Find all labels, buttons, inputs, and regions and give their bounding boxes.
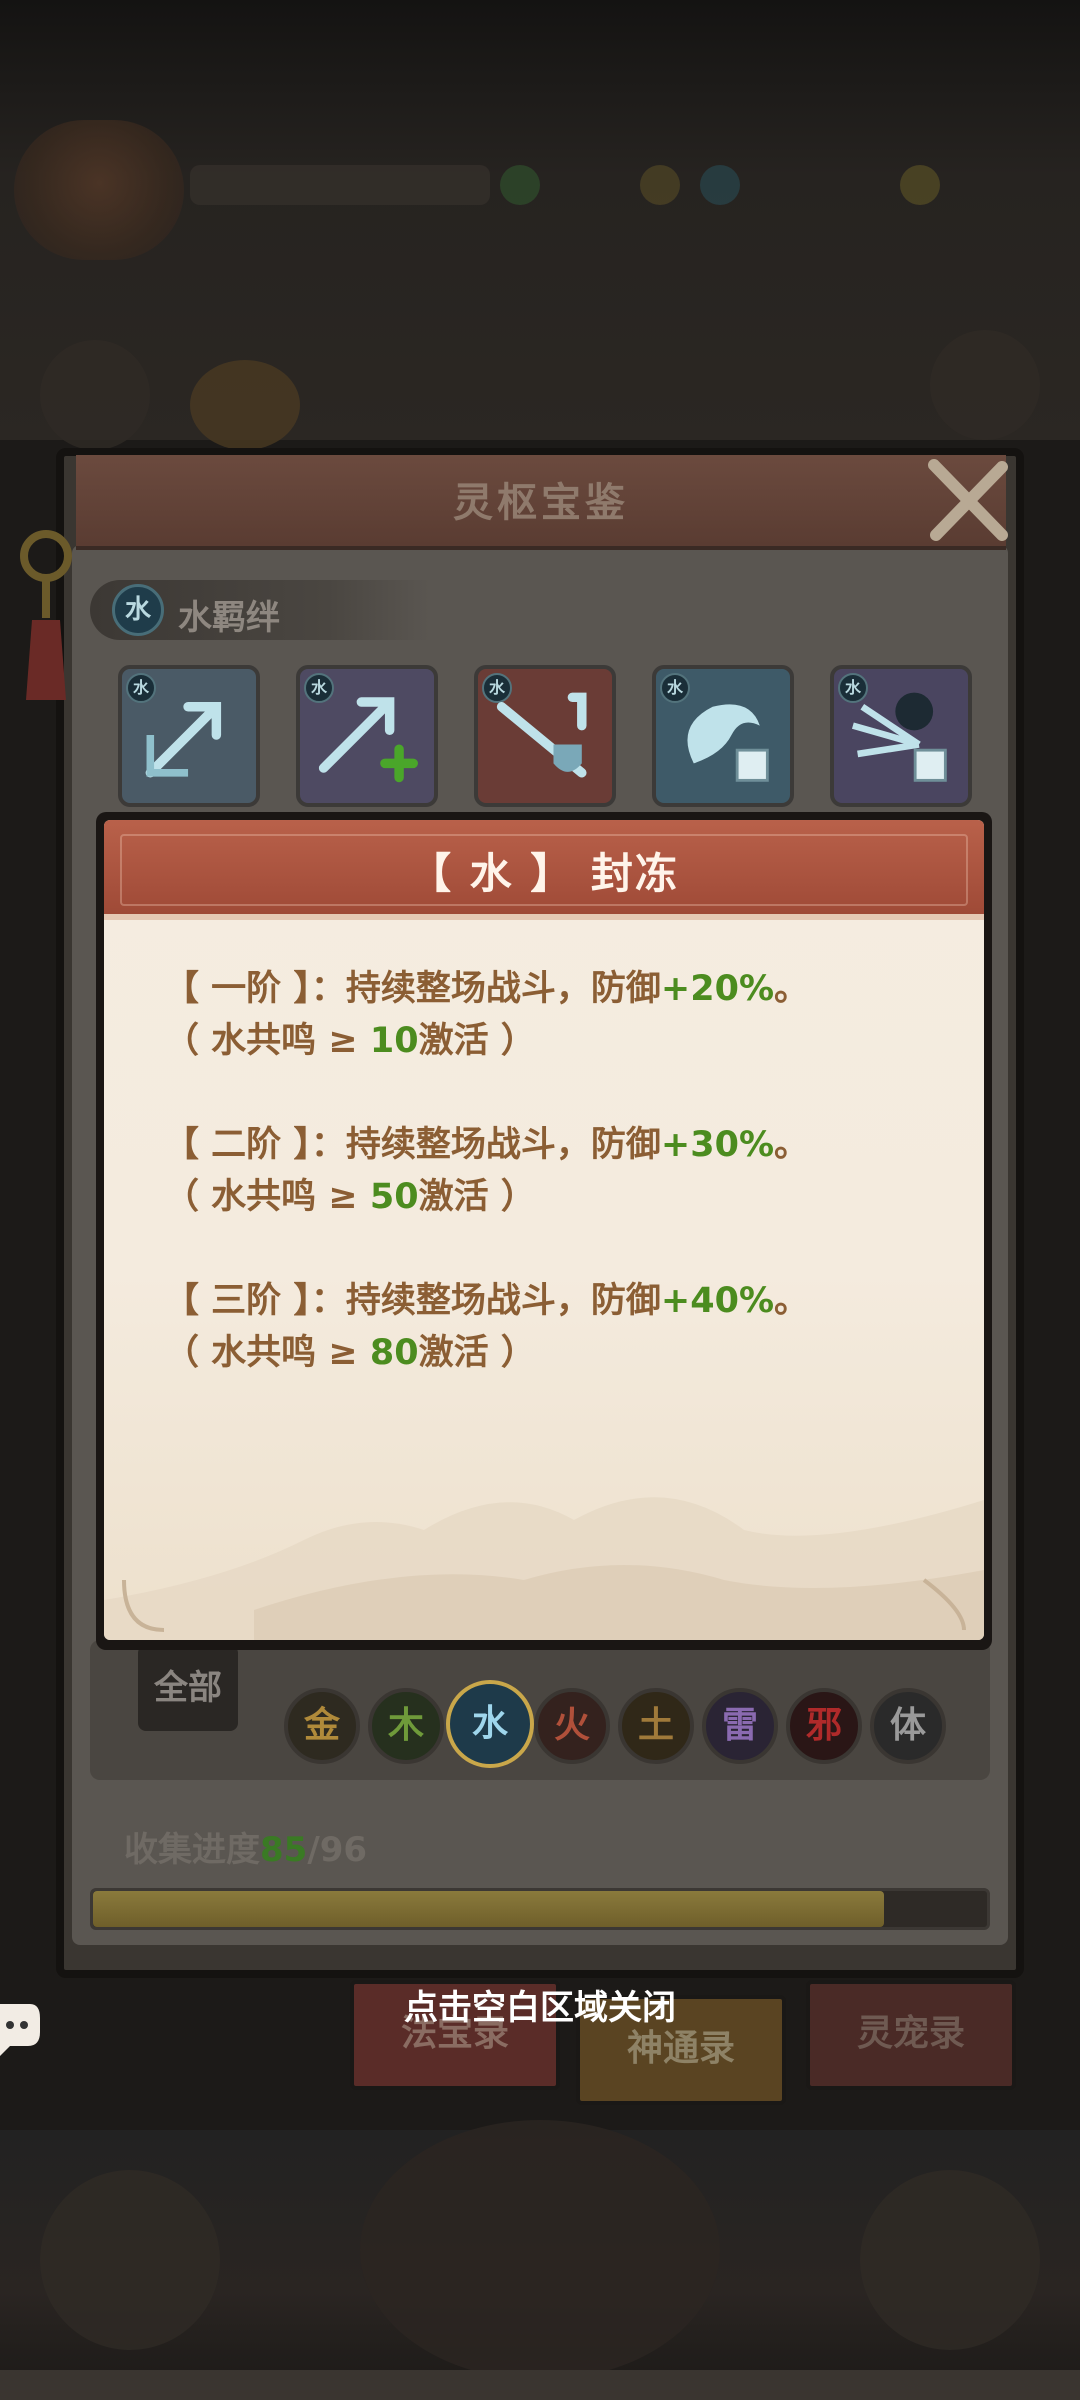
filter-evil-button[interactable]: 邪	[786, 1688, 862, 1764]
chat-icon[interactable]	[0, 1996, 40, 2060]
skill-card-ice-arrow-shield[interactable]: 水	[474, 665, 616, 807]
tier-2-effect: 【 二阶 】：持续整场战斗，防御+30%。	[164, 1125, 810, 1165]
filter-fire-button[interactable]: 火	[534, 1688, 610, 1764]
ice-arrow-icon	[145, 702, 222, 778]
tier-3-effect: 【 三阶 】：持续整场战斗，防御+40%。	[164, 1281, 810, 1321]
codex-title: 灵枢宝鉴	[453, 480, 629, 526]
popup-title: 【 水 】 封冻	[409, 849, 679, 898]
filter-water-button[interactable]: 水	[446, 1680, 534, 1768]
background-character	[40, 2170, 220, 2350]
filter-metal-button[interactable]: 金	[284, 1688, 360, 1764]
bond-detail-paper: 【 水 】 封冻 【 一阶 】：持续整场战斗，防御+20%。 （ 水共鸣 ≥ 1…	[104, 820, 984, 1640]
skill-card-ice-arrow-plus[interactable]: 水	[296, 665, 438, 807]
filter-thunder-button[interactable]: 雷	[702, 1688, 778, 1764]
collection-progress-bar	[90, 1888, 990, 1930]
resource-icon	[640, 165, 680, 205]
close-hint: 点击空白区域关闭	[404, 1988, 676, 2028]
water-element-badge: 水	[112, 584, 164, 636]
skill-card-frost-skull[interactable]: 水	[830, 665, 972, 807]
mountain-decoration	[104, 1497, 984, 1640]
resource-icon	[700, 165, 740, 205]
filter-all-button[interactable]: 全部	[138, 1645, 238, 1731]
tier-1-condition: （ 水共鸣 ≥ 10激活 ）	[164, 1021, 536, 1061]
tier-2-condition: （ 水共鸣 ≥ 50激活 ）	[164, 1177, 536, 1217]
popup-header: 【 水 】 封冻	[104, 820, 984, 920]
bond-label: 水羁绊	[178, 598, 280, 638]
ice-arrow-plus-icon	[318, 697, 418, 783]
frost-skull-icon	[851, 692, 947, 782]
collection-current: 85	[260, 1830, 308, 1870]
filter-body-button[interactable]: 体	[870, 1688, 946, 1764]
collection-total: 96	[319, 1830, 368, 1870]
player-avatar	[14, 120, 184, 260]
skill-card-ice-arrow[interactable]: 水	[118, 665, 260, 807]
tier-1-effect: 【 一阶 】：持续整场战斗，防御+20%。	[164, 969, 810, 1009]
player-info-bar	[190, 165, 490, 205]
filter-wood-button[interactable]: 木	[368, 1688, 444, 1764]
collection-progress-fill	[93, 1891, 885, 1927]
filter-earth-button[interactable]: 土	[618, 1688, 694, 1764]
bottom-nav-strip	[0, 2370, 1080, 2400]
background-character	[860, 2170, 1040, 2350]
resource-icon	[500, 165, 540, 205]
tassel-ornament	[20, 530, 72, 700]
background-menu-icon	[930, 330, 1040, 440]
background-menu-icon	[190, 360, 300, 450]
close-icon[interactable]	[922, 455, 1012, 545]
skill-card-wave[interactable]: 水	[652, 665, 794, 807]
wave-icon	[687, 704, 769, 782]
tier-3-condition: （ 水共鸣 ≥ 80激活 ）	[164, 1333, 536, 1373]
background-character	[360, 2120, 720, 2380]
ice-arrow-shield-icon	[496, 692, 587, 778]
background-menu-icon	[40, 340, 150, 450]
resource-icon	[900, 165, 940, 205]
collection-progress-label: 收集进度85/96	[124, 1830, 368, 1870]
